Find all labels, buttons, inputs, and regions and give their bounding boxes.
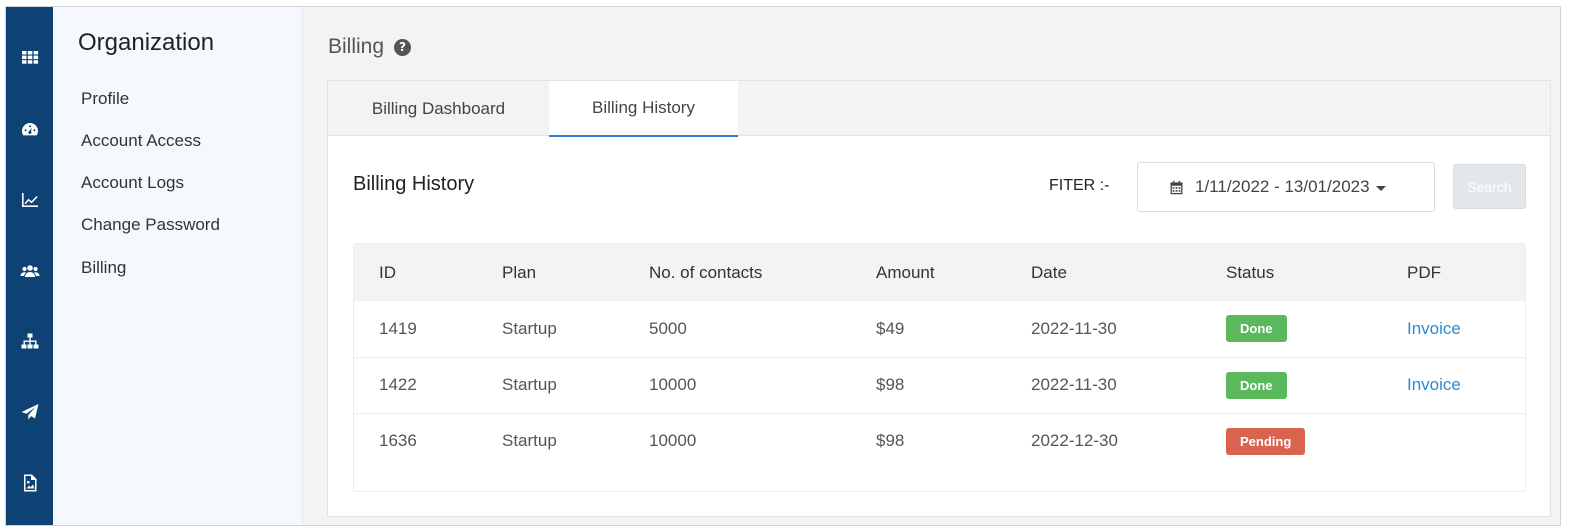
cell-id: 1636 [379, 431, 417, 451]
date-range-picker[interactable]: 1/11/2022 - 13/01/2023 [1137, 162, 1435, 212]
calendar-icon [1170, 180, 1183, 194]
tab-bar: Billing Dashboard Billing History [328, 81, 1550, 137]
sitemap-icon[interactable] [6, 326, 53, 356]
column-header-date: Date [1031, 262, 1067, 282]
table-row: 1419 Startup 5000 $49 2022-11-30 Done In… [354, 301, 1525, 357]
page-title: Billing ? [328, 35, 412, 59]
section-title: Billing History [353, 173, 475, 195]
column-header-contacts: No. of contacts [649, 262, 763, 282]
billing-panel: Billing Dashboard Billing History Billin… [327, 80, 1551, 517]
sidebar-item-account-logs[interactable]: Account Logs [81, 173, 184, 193]
cell-status: Done [1201, 301, 1382, 357]
cell-date: 2022-11-30 [1031, 375, 1117, 394]
page-title-text: Billing [328, 35, 385, 58]
cell-plan: Startup [502, 318, 557, 338]
question-circle-icon[interactable]: ? [394, 38, 412, 56]
cell-date: 2022-12-30 [1031, 431, 1118, 451]
filter-label: FITER :- [1049, 177, 1110, 194]
cell-plan: Startup [502, 431, 557, 451]
tab-billing-dashboard[interactable]: Billing Dashboard [328, 81, 549, 136]
table-row: 1422 Startup 10000 $98 2022-11-30 Done I… [354, 357, 1525, 413]
dashboard-icon[interactable] [6, 115, 53, 145]
sidebar-item-billing[interactable]: Billing [81, 258, 126, 278]
tab-billing-history[interactable]: Billing History [549, 81, 738, 137]
table-row: 1636 Startup 10000 $98 2022-12-30 Pendin… [354, 413, 1525, 469]
app-frame: Organization Profile Account Access Acco… [5, 6, 1561, 526]
users-icon[interactable] [6, 256, 53, 286]
image-file-icon[interactable] [6, 468, 53, 498]
status-badge: Done [1226, 315, 1287, 343]
cell-pdf: Invoice [1382, 301, 1525, 357]
table-header-row: ID Plan No. of contacts Amount Date Stat… [354, 244, 1525, 301]
invoice-link[interactable]: Invoice [1407, 375, 1461, 394]
caret-down-icon [1375, 186, 1386, 191]
column-header-plan: Plan [502, 262, 537, 282]
main-content: Billing ? Billing Dashboard Billing Hist… [303, 7, 1560, 525]
date-range-value: 1/11/2022 - 13/01/2023 [1195, 177, 1370, 196]
status-badge: Pending [1226, 427, 1306, 455]
sidebar-item-profile[interactable]: Profile [81, 89, 129, 109]
cell-id: 1422 [379, 375, 417, 394]
icon-rail [6, 7, 53, 525]
cell-amount: $98 [876, 375, 905, 394]
search-button[interactable]: Search [1453, 164, 1526, 209]
sidebar-title: Organization [78, 29, 215, 56]
cell-contacts: 10000 [649, 375, 697, 394]
cell-amount: $49 [876, 318, 905, 338]
cell-status: Done [1201, 357, 1382, 413]
cell-pdf [1382, 413, 1525, 469]
column-header-status: Status [1226, 262, 1275, 282]
column-header-amount: Amount [876, 262, 935, 282]
column-header-id: ID [379, 262, 396, 282]
cell-contacts: 5000 [649, 318, 687, 338]
paper-plane-icon[interactable] [6, 397, 53, 427]
cell-pdf: Invoice [1382, 357, 1525, 413]
cell-date: 2022-11-30 [1031, 318, 1117, 338]
invoice-link[interactable]: Invoice [1407, 319, 1461, 338]
organization-sidebar: Organization Profile Account Access Acco… [53, 7, 303, 525]
cell-plan: Startup [502, 375, 557, 394]
chart-line-icon[interactable] [6, 185, 53, 215]
cell-amount: $98 [876, 431, 905, 451]
sidebar-item-account-access[interactable]: Account Access [81, 131, 201, 151]
grid-icon[interactable] [6, 42, 53, 72]
billing-history-table: ID Plan No. of contacts Amount Date Stat… [353, 243, 1526, 492]
status-badge: Done [1226, 371, 1287, 399]
cell-contacts: 10000 [649, 431, 697, 451]
column-header-pdf: PDF [1407, 262, 1441, 282]
cell-id: 1419 [379, 318, 417, 338]
sidebar-item-change-password[interactable]: Change Password [81, 215, 220, 235]
cell-status: Pending [1201, 413, 1382, 469]
